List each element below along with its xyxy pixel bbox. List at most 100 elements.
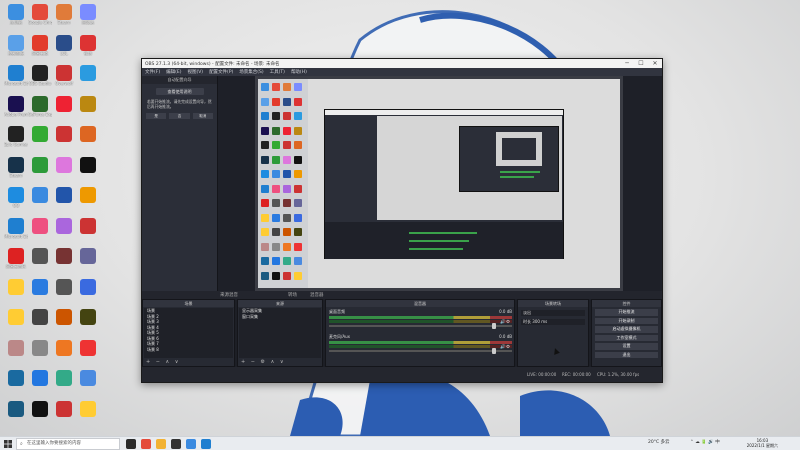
start-recording-button[interactable]: 开始录制	[595, 317, 658, 324]
desktop-icon[interactable]	[4, 309, 28, 339]
maximize-button[interactable]: ☐	[634, 59, 648, 68]
desktop-icon[interactable]: 回收站	[76, 4, 100, 34]
desktop-icon[interactable]: 网易有道	[28, 34, 52, 65]
desktop-icon[interactable]	[52, 400, 76, 431]
studio-mode-button[interactable]: 工作室模式	[595, 334, 658, 341]
desktop-icon[interactable]: 网易云音乐	[4, 248, 28, 278]
desktop-icon[interactable]: QQ	[4, 187, 28, 217]
cancel-button[interactable]: 取消	[192, 113, 213, 119]
menu-tools[interactable]: 工具(T)	[270, 69, 285, 75]
desktop-icon[interactable]: Microsoft Edge	[4, 65, 28, 95]
scene-controls[interactable]: + − ∧ ∨	[143, 359, 234, 366]
windows-start-icon[interactable]	[4, 440, 12, 448]
slider-handle[interactable]	[492, 323, 496, 329]
desktop-icon[interactable]	[76, 370, 100, 400]
menu-profile[interactable]: 配置文件(P)	[209, 69, 233, 75]
desktop-icon[interactable]	[4, 339, 28, 370]
menu-scene-collection[interactable]: 场景集合(S)	[239, 69, 263, 75]
desktop-icon[interactable]	[28, 217, 52, 248]
volume-slider[interactable]	[329, 348, 512, 354]
desktop-icon[interactable]	[28, 400, 52, 431]
desktop-icon[interactable]: 微博	[76, 34, 100, 65]
start-streaming-button[interactable]: 开始推流	[595, 309, 658, 316]
desktop-icon[interactable]: LOL	[52, 34, 76, 65]
source-list[interactable]: 显示器采集 窗口采集	[239, 308, 321, 358]
desktop-icon[interactable]	[76, 278, 100, 309]
desktop-icon[interactable]: Adobe Premiere	[4, 95, 28, 126]
desktop-icon[interactable]	[52, 278, 76, 309]
scene-list[interactable]: 场景 场景 2 场景 3 场景 4 场景 5 场景 6 场景 7 场景 8	[144, 308, 233, 358]
virtual-camera-button[interactable]: 启动虚拟摄像机	[595, 326, 658, 333]
desktop-icon[interactable]	[76, 217, 100, 248]
desktop-icon[interactable]	[4, 278, 28, 309]
desktop-icon[interactable]: Overwolf	[52, 65, 76, 95]
tab-mixer[interactable]: 混音器	[310, 292, 324, 298]
desktop-icon[interactable]: Microsoft Edge	[4, 217, 28, 248]
desktop-icon[interactable]	[52, 187, 76, 217]
desktop-icon[interactable]	[28, 187, 52, 217]
desktop-icon[interactable]	[28, 156, 52, 187]
desktop-icon[interactable]	[52, 339, 76, 370]
desktop-icon[interactable]	[52, 126, 76, 156]
desktop-icon[interactable]: Steam	[52, 4, 76, 34]
taskbar-app-app6[interactable]	[201, 439, 211, 449]
desktop-icon[interactable]	[52, 309, 76, 339]
clock[interactable]: 16:03 2022/1/1 星期六	[747, 438, 778, 448]
desktop-icon[interactable]	[4, 400, 28, 431]
no-button[interactable]: 否	[169, 113, 190, 119]
slider-handle[interactable]	[492, 348, 496, 354]
desktop-icon[interactable]	[28, 339, 52, 370]
desktop-icon[interactable]: Epic Games Launcher	[4, 126, 28, 156]
list-item[interactable]: 场景 8	[144, 347, 233, 353]
desktop-icon[interactable]	[76, 126, 100, 156]
desktop-icon[interactable]	[28, 126, 52, 156]
desktop-icon[interactable]	[28, 309, 52, 339]
desktop-icon[interactable]	[76, 187, 100, 217]
desktop-icon[interactable]: Google Chrome	[28, 4, 52, 34]
menu-view[interactable]: 视图(V)	[187, 69, 203, 75]
desktop-icon[interactable]	[76, 65, 100, 95]
close-button[interactable]: ✕	[648, 59, 662, 68]
desktop-icon[interactable]	[76, 248, 100, 278]
desktop-icon[interactable]	[28, 248, 52, 278]
desktop-icon[interactable]	[76, 309, 100, 339]
transition-type-select[interactable]: 淡出	[521, 310, 585, 316]
desktop-icon[interactable]	[76, 156, 100, 187]
taskbar-app-chrome[interactable]	[141, 439, 151, 449]
weather-status[interactable]: 20°C 多云	[648, 439, 670, 445]
minimize-button[interactable]: ─	[620, 59, 634, 68]
desktop-icon[interactable]	[52, 217, 76, 248]
source-controls[interactable]: + − ⚙ ∧ ∨	[238, 359, 322, 366]
guide-button[interactable]: 查看使用说明	[155, 88, 204, 95]
desktop-icon[interactable]: GeForce Experience	[28, 95, 52, 126]
obs-window[interactable]: OBS 27.1.3 (64-bit, windows) - 配置文件: 未命名…	[141, 58, 663, 383]
settings-button[interactable]: 设置	[595, 343, 658, 350]
taskbar-app-explorer[interactable]	[156, 439, 166, 449]
desktop-icon[interactable]	[28, 278, 52, 309]
title-bar[interactable]: OBS 27.1.3 (64-bit, windows) - 配置文件: 未命名…	[142, 59, 662, 68]
taskbar-app-app5[interactable]	[186, 439, 196, 449]
desktop-icon[interactable]	[52, 95, 76, 126]
desktop-icon[interactable]: 此电脑	[4, 4, 28, 34]
preview-canvas[interactable]	[255, 76, 623, 291]
speaker-icon[interactable]: 🔊⚙	[500, 320, 510, 325]
menu-file[interactable]: 文件(F)	[145, 69, 160, 75]
taskbar-search-input[interactable]: ⌕ 在这里输入你要搜索的内容	[16, 438, 120, 450]
tab-audio-sources[interactable]: 来源混音	[220, 292, 238, 298]
desktop-icon[interactable]: OBS Studio	[28, 65, 52, 95]
desktop-icon[interactable]	[52, 156, 76, 187]
exit-button[interactable]: 退出	[595, 351, 658, 358]
desktop-icon[interactable]	[76, 95, 100, 126]
desktop-icon[interactable]	[28, 370, 52, 400]
system-tray-icons[interactable]: ⌃ ☁ 🔋 🔊 中	[690, 439, 720, 445]
desktop-icon[interactable]	[52, 370, 76, 400]
desktop-icon[interactable]	[52, 248, 76, 278]
menu-help[interactable]: 帮助(H)	[291, 69, 307, 75]
list-item[interactable]: 窗口采集	[239, 314, 321, 320]
desktop-icon[interactable]	[76, 339, 100, 370]
menu-edit[interactable]: 编辑(E)	[166, 69, 181, 75]
desktop-icon[interactable]: Steam	[4, 156, 28, 187]
desktop-icon[interactable]: 控制面板	[4, 34, 28, 65]
taskbar-app-task-view[interactable]	[126, 439, 136, 449]
desktop-icon[interactable]	[4, 370, 28, 400]
